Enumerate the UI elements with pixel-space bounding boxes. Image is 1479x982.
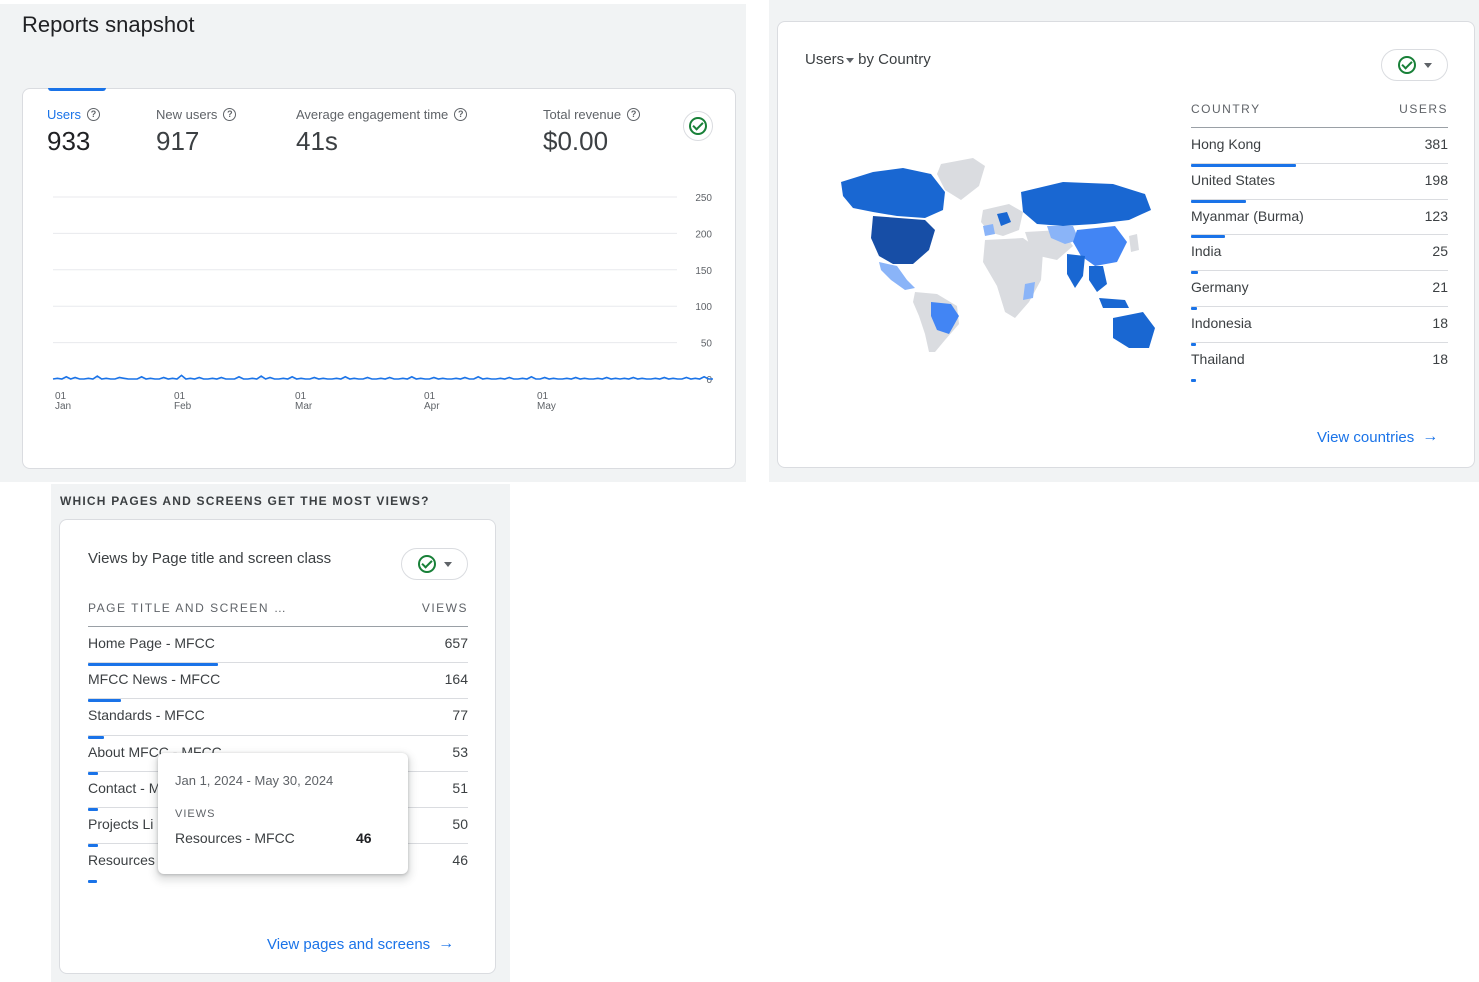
tooltip-name: Resources - MFCC: [175, 830, 295, 846]
map-region-united-states[interactable]: [871, 216, 935, 264]
y-tick-label: 0: [706, 375, 712, 386]
row-bar: [88, 880, 98, 884]
table-row[interactable]: Hong Kong 381: [1191, 127, 1448, 167]
row-value: 25: [1432, 243, 1448, 260]
row-value: 46: [452, 852, 468, 869]
row-value: 657: [444, 635, 468, 651]
table-row[interactable]: Germany 21: [1191, 270, 1448, 310]
row-value: 164: [444, 671, 468, 688]
row-name: Home Page - MFCC: [88, 635, 215, 651]
row-name: Myanmar (Burma): [1191, 207, 1304, 224]
tooltip-metric: VIEWS: [175, 808, 216, 820]
card-title-text: by Country: [858, 51, 931, 68]
row-name: Projects Li: [88, 816, 154, 832]
users-line-chart: 25020015010050001Jan01Feb01Mar01Apr01May: [52, 193, 713, 412]
table-row[interactable]: MFCC News - MFCC 164: [88, 662, 468, 703]
link-label: View countries: [1317, 428, 1415, 446]
row-value: 18: [1432, 315, 1448, 331]
caret-down-icon: [443, 561, 452, 567]
column-header-users: USERS: [1399, 102, 1448, 116]
series-line-users[interactable]: [52, 374, 713, 380]
map-region-spain[interactable]: [983, 224, 995, 236]
caret-down-icon: [1423, 62, 1432, 68]
chart-tooltip: Jan 1, 2024 - May 30, 2024 VIEWS Resourc…: [158, 753, 408, 874]
table-row[interactable]: Standards - MFCC 77: [88, 698, 468, 739]
row-name: Hong Kong: [1191, 136, 1262, 152]
x-tick-label: Jan: [55, 401, 71, 412]
map-region-indonesia[interactable]: [1099, 298, 1129, 308]
table-row[interactable]: United States 198: [1191, 162, 1448, 203]
row-value: 381: [1424, 136, 1448, 152]
row-name: India: [1191, 243, 1222, 260]
row-value: 21: [1432, 279, 1448, 296]
map-region-russia[interactable]: [1021, 182, 1151, 226]
map-region-australia[interactable]: [1113, 312, 1155, 348]
x-tick-label: Apr: [424, 401, 440, 412]
row-name: Thailand: [1191, 350, 1245, 367]
map-region-mexico[interactable]: [879, 262, 915, 290]
table-row[interactable]: Thailand 18: [1191, 341, 1448, 382]
column-header-country: COUNTRY: [1191, 102, 1261, 116]
row-name: Contact - M: [88, 779, 161, 796]
page-title: Reports snapshot: [22, 12, 195, 37]
world-map: [841, 158, 1155, 352]
card-title: Users by Country: [805, 51, 931, 68]
snapshot-card: Users? 933 New users? 917 Average engage…: [22, 88, 736, 469]
compare-check-button[interactable]: [401, 548, 468, 580]
row-value: 51: [452, 779, 468, 796]
tooltip-value: 46: [356, 830, 372, 846]
metric-selector[interactable]: Users: [805, 51, 844, 68]
y-tick-label: 250: [695, 193, 712, 204]
table-row[interactable]: India 25: [1191, 234, 1448, 275]
row-value: 18: [1432, 350, 1448, 367]
x-tick-label: May: [537, 401, 556, 412]
y-tick-label: 100: [695, 302, 712, 313]
y-tick-label: 150: [695, 266, 712, 277]
row-name: Indonesia: [1191, 315, 1252, 331]
map-region-japan[interactable]: [1129, 234, 1139, 252]
row-name: Germany: [1191, 279, 1249, 296]
country-card: Users by Country COUNTRY USERS Hong Kong…: [777, 21, 1475, 468]
view-countries-link[interactable]: View countries →: [1317, 428, 1438, 446]
active-tab-indicator: [48, 88, 106, 91]
row-name: MFCC News - MFCC: [88, 671, 221, 688]
column-header-views: VIEWS: [421, 601, 468, 615]
map-region-india[interactable]: [1067, 254, 1085, 288]
card-title: Views by Page title and screen class: [88, 550, 332, 567]
caret-down-icon[interactable]: [846, 57, 855, 63]
arrow-right-icon: →: [1422, 428, 1439, 445]
row-name: Standards - MFCC: [88, 707, 205, 724]
column-header-page-title: PAGE TITLE AND SCREEN …: [88, 601, 288, 615]
check-circle-icon: [417, 555, 436, 573]
y-tick-label: 50: [701, 339, 713, 350]
map-region-southeast-asia[interactable]: [1089, 266, 1107, 292]
table-row[interactable]: Myanmar (Burma) 123: [1191, 198, 1448, 239]
row-name: Resources: [88, 852, 155, 869]
row-name: United States: [1191, 171, 1276, 188]
row-value: 123: [1424, 207, 1448, 224]
tooltip-date-range: Jan 1, 2024 - May 30, 2024: [175, 773, 334, 788]
row-value: 50: [452, 816, 468, 832]
pages-card: Views by Page title and screen class PAG…: [59, 519, 496, 974]
table-row[interactable]: Indonesia 18: [1191, 306, 1448, 346]
section-heading: WHICH PAGES AND SCREENS GET THE MOST VIE…: [60, 494, 430, 508]
row-value: 198: [1424, 171, 1448, 188]
arrow-right-icon: →: [438, 935, 455, 952]
check-circle-icon: [1397, 56, 1416, 74]
table-row[interactable]: Home Page - MFCC 657: [88, 626, 468, 667]
map-region-canada[interactable]: [841, 168, 945, 218]
view-pages-link[interactable]: View pages and screens →: [267, 935, 454, 953]
y-tick-label: 200: [695, 229, 712, 240]
x-tick-label: Mar: [295, 401, 313, 412]
compare-check-button[interactable]: [1381, 49, 1448, 81]
link-label: View pages and screens: [267, 935, 431, 953]
x-tick-label: Feb: [174, 401, 192, 412]
row-value: 77: [452, 707, 468, 724]
row-value: 53: [452, 743, 468, 760]
row-bar: [1191, 378, 1196, 382]
